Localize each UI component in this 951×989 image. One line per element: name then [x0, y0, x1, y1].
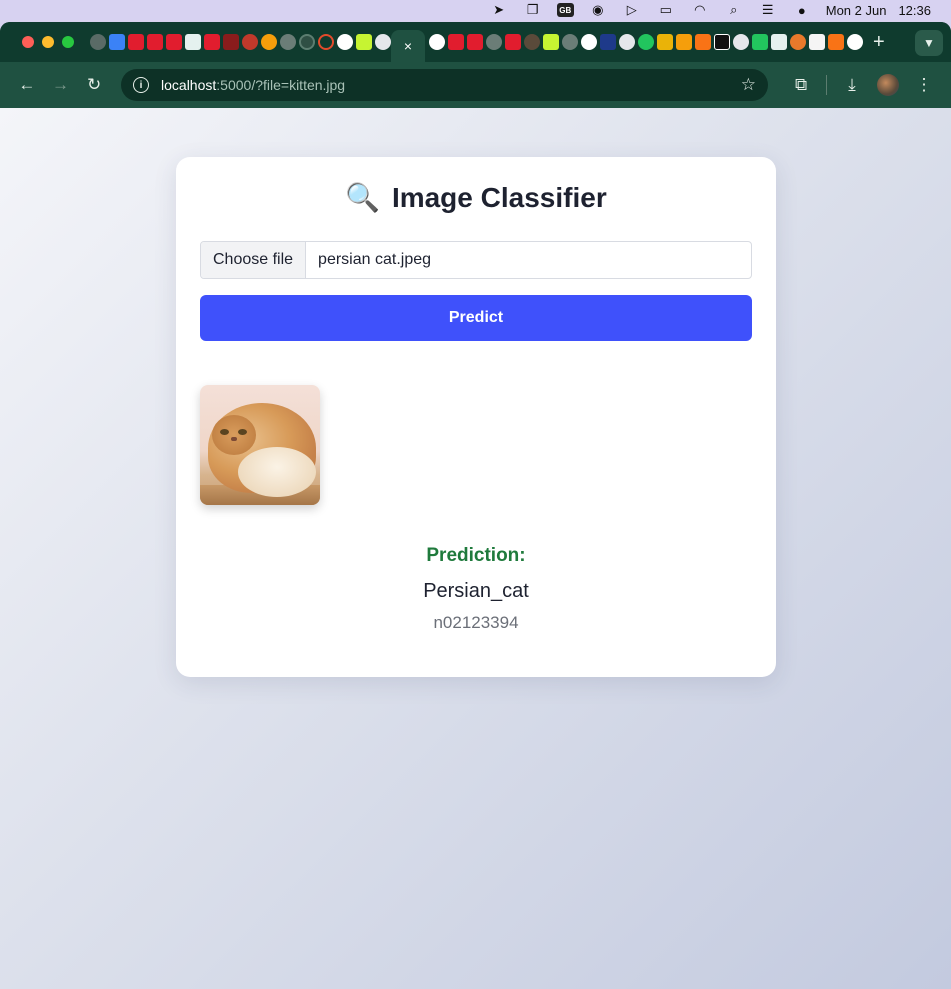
tab-favicon[interactable] [223, 34, 239, 50]
cat-nose [231, 437, 237, 441]
bookmark-star-icon[interactable]: ☆ [741, 75, 756, 95]
pinned-tabs-right [429, 34, 863, 50]
classifier-card: 🔍 Image Classifier Choose file persian c… [176, 157, 776, 677]
reload-button[interactable]: ↻ [79, 70, 109, 100]
tab-favicon[interactable] [280, 34, 296, 50]
url-host: localhost [161, 77, 217, 93]
youtube-tab-icon[interactable] [505, 34, 521, 50]
more-menu-icon[interactable]: ⋮ [909, 70, 939, 100]
macos-menubar: ➤ ❐ GB ◉ ▷ ▭ ◠ ⌕ ☰ ● Mon 2 Jun 12:36 [0, 0, 951, 20]
forward-button[interactable]: → [46, 70, 76, 100]
cat-eye-left [220, 429, 229, 435]
siri-icon[interactable]: ● [792, 2, 812, 18]
tab-favicon[interactable] [638, 34, 654, 50]
page-viewport: 🔍 Image Classifier Choose file persian c… [0, 108, 951, 989]
prediction-heading: Prediction: [426, 545, 526, 566]
close-window-button[interactable] [22, 36, 34, 48]
extensions-icon[interactable]: ⧉ [786, 70, 816, 100]
github-tab-icon[interactable] [337, 34, 353, 50]
youtube-tab-icon[interactable] [147, 34, 163, 50]
site-info-icon[interactable]: i [133, 77, 150, 93]
prediction-class: Persian_cat [423, 580, 529, 602]
close-tab-icon[interactable]: × [404, 38, 412, 54]
maximize-window-button[interactable] [62, 36, 74, 48]
tab-favicon[interactable] [318, 34, 334, 50]
window-icon[interactable]: ❐ [523, 2, 543, 18]
tab-favicon[interactable] [828, 34, 844, 50]
tab-favicon[interactable] [109, 34, 125, 50]
browser-window: × + ▼ ← → ↻ i localhost:5000/?file=kitt… [0, 22, 951, 989]
new-tab-button[interactable]: + [873, 31, 885, 54]
page-title: 🔍 Image Classifier [176, 181, 776, 214]
control-center-icon[interactable]: ☰ [758, 2, 778, 18]
uploaded-image-preview [200, 385, 320, 505]
tab-favicon[interactable] [676, 34, 692, 50]
back-button[interactable]: ← [12, 70, 42, 100]
chevron-down-icon: ▼ [923, 36, 935, 50]
user-icon[interactable]: ◉ [588, 2, 608, 18]
tab-favicon[interactable] [356, 34, 372, 50]
location-icon[interactable]: ➤ [489, 2, 509, 18]
tab-favicon[interactable] [733, 34, 749, 50]
wifi-icon[interactable]: ◠ [690, 2, 710, 18]
youtube-tab-icon[interactable] [128, 34, 144, 50]
menubar-date: Mon 2 Jun [825, 2, 887, 18]
battery-icon[interactable]: ▭ [656, 2, 676, 18]
tab-favicon[interactable] [242, 34, 258, 50]
window-controls [22, 36, 74, 48]
download-icon[interactable]: ⤓ [837, 70, 867, 100]
tab-favicon[interactable] [375, 34, 391, 50]
tab-favicon[interactable] [657, 34, 673, 50]
tab-favicon[interactable] [543, 34, 559, 50]
tab-favicon[interactable] [809, 34, 825, 50]
youtube-tab-icon[interactable] [166, 34, 182, 50]
play-icon[interactable]: ▷ [622, 2, 642, 18]
cat-face [212, 415, 256, 455]
youtube-tab-icon[interactable] [467, 34, 483, 50]
menubar-time: 12:36 [898, 2, 931, 18]
active-tab[interactable]: × [391, 30, 425, 62]
tab-search-button[interactable]: ▼ [915, 30, 943, 56]
url-path: :5000/?file=kitten.jpg [216, 77, 346, 93]
toolbar-divider [826, 75, 828, 95]
tab-favicon[interactable] [185, 34, 201, 50]
github-tab-icon[interactable] [581, 34, 597, 50]
page-title-text: Image Classifier [391, 182, 607, 213]
address-bar[interactable]: i localhost:5000/?file=kitten.jpg ☆ [121, 69, 769, 101]
predict-button[interactable]: Predict [200, 295, 752, 341]
file-input[interactable]: Choose file persian cat.jpeg [200, 241, 752, 279]
selected-file-name: persian cat.jpeg [318, 251, 432, 268]
tab-favicon[interactable] [600, 34, 616, 50]
download-tab-icon[interactable] [771, 34, 787, 50]
tab-favicon[interactable] [90, 34, 106, 50]
tab-favicon[interactable] [790, 34, 806, 50]
github-tab-icon[interactable] [429, 34, 445, 50]
google-tab-icon[interactable] [847, 34, 863, 50]
tab-favicon[interactable] [619, 34, 635, 50]
pinned-tabs-left [90, 34, 391, 50]
cat-eye-right [238, 429, 247, 435]
magnifier-icon: 🔍 [345, 182, 381, 213]
tab-strip: × + ▼ [0, 22, 951, 62]
tab-favicon[interactable] [714, 34, 730, 50]
tab-favicon[interactable] [695, 34, 711, 50]
youtube-tab-icon[interactable] [204, 34, 220, 50]
browser-toolbar: ← → ↻ i localhost:5000/?file=kitten.jpg … [0, 62, 951, 108]
gb-icon[interactable]: GB [556, 3, 574, 17]
tab-favicon[interactable] [299, 34, 315, 50]
tab-favicon[interactable] [486, 34, 502, 50]
tab-favicon[interactable] [524, 34, 540, 50]
tab-favicon[interactable] [752, 34, 768, 50]
toolbar-actions: ⧉ ⤓ ⋮ [786, 70, 939, 100]
tab-favicon[interactable] [562, 34, 578, 50]
search-icon[interactable]: ⌕ [724, 2, 744, 18]
prediction-synset-id: n02123394 [433, 613, 519, 632]
youtube-tab-icon[interactable] [448, 34, 464, 50]
tab-favicon[interactable] [261, 34, 277, 50]
minimize-window-button[interactable] [42, 36, 54, 48]
cat-chest [238, 447, 316, 497]
profile-avatar[interactable] [877, 74, 900, 96]
menubar-clock[interactable]: Mon 2 Jun 12:36 [826, 3, 931, 18]
choose-file-button[interactable]: Choose file [201, 242, 307, 278]
